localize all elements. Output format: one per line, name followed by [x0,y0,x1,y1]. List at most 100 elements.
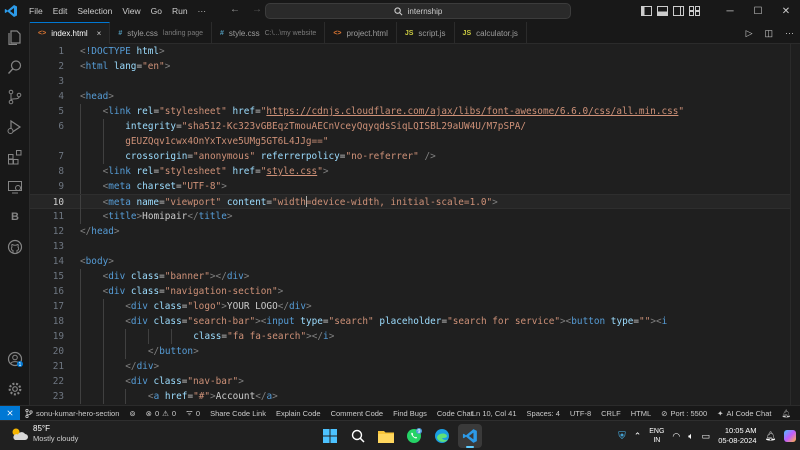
code-line[interactable]: 3 [30,74,790,89]
code-line[interactable]: 13 [30,239,790,254]
menu-file[interactable]: File [24,6,48,16]
start-button[interactable] [318,424,342,448]
explain-code-button[interactable]: Explain Code [271,409,326,418]
menu-view[interactable]: View [117,6,145,16]
notification-center-icon[interactable]: 🔔︎ [765,431,776,442]
code-line[interactable]: 15 <div class="banner"></div> [30,269,790,284]
bookmark-b-icon[interactable]: B [6,208,24,226]
tab-2[interactable]: # style.css C:\...\my website [212,22,326,44]
manage-gear-icon[interactable] [6,380,24,398]
code-line[interactable]: 20 </button> [30,344,790,359]
taskbar-search-icon[interactable] [346,424,370,448]
code-line[interactable]: 18 <div class="search-bar"><input type="s… [30,314,790,329]
run-debug-icon[interactable] [6,118,24,136]
code-line[interactable]: 12 </head> [30,224,790,239]
ai-code-chat-button[interactable]: ✦ AI Code Chat [712,409,776,418]
code-line[interactable]: 1 <!DOCTYPE html> [30,44,790,59]
source-control-icon[interactable] [6,88,24,106]
maximize-button[interactable]: ☐ [744,0,772,22]
whatsapp-icon[interactable]: 9 [402,424,426,448]
code-token: link [108,166,131,177]
menu-edit[interactable]: Edit [48,6,73,16]
extensions-icon[interactable] [6,148,24,166]
code-line[interactable]: 17 <div class="logo">YOUR LOGO</div> [30,299,790,314]
tab-5[interactable]: JS calculator.js [455,22,527,44]
toggle-panel-icon[interactable] [654,0,670,22]
clock[interactable]: 10:05 AM 05-08-2024 [718,426,756,446]
live-share-icon[interactable]: ⊚ [124,409,140,418]
tab-0[interactable]: <> index.html × [30,22,111,44]
language-indicator[interactable]: ENG IN [649,427,664,445]
remote-indicator-icon[interactable]: ⨯ [0,405,20,421]
code-line[interactable]: 19 class="fa fa-search"></i> [30,329,790,344]
comment-code-button[interactable]: Comment Code [326,409,389,418]
encoding[interactable]: UTF-8 [565,409,596,418]
code-line[interactable]: 4 <head> [30,89,790,104]
code-content: <html lang="en"> [80,59,170,74]
editor-scrollbar[interactable] [790,44,800,405]
code-line[interactable]: 5 <link rel="stylesheet" href="https://cd… [30,104,790,119]
language-mode[interactable]: HTML [626,409,656,418]
copilot-icon[interactable] [784,430,796,442]
close-window-button[interactable]: ✕ [772,0,800,22]
code-line[interactable]: 9 <meta charset="UTF-8"> [30,179,790,194]
explorer-icon[interactable] [6,28,24,46]
command-center-search[interactable]: internship [265,3,571,19]
problems-indicator[interactable]: ⊗ 0 ⚠ 0 [141,409,181,418]
tab-3[interactable]: <> project.html [325,22,397,44]
code-line[interactable]: 8 <link rel="stylesheet" href="style.css"… [30,164,790,179]
forward-arrow-icon[interactable]: → [252,4,262,15]
remote-explorer-icon[interactable] [6,178,24,196]
battery-icon[interactable]: ▭ [702,431,711,442]
code-line[interactable]: 23 <a href="#">Account</a> [30,389,790,404]
code-line[interactable]: 21 </div> [30,359,790,374]
indent-guide [125,329,127,344]
minimize-button[interactable]: ─ [716,0,744,22]
code-line[interactable]: 6 integrity="sha512-Kc323vGBEqzTmouAECnVc… [30,119,790,134]
find-bugs-button[interactable]: Find Bugs [388,409,432,418]
toggle-secondary-sidebar-icon[interactable] [670,0,686,22]
tab-4[interactable]: JS script.js [397,22,455,44]
ports-indicator[interactable]: ᯤ0 [181,408,205,418]
more-actions-icon[interactable]: ··· [785,28,794,38]
code-line[interactable]: 7 crossorigin="anonymous" referrerpolicy=… [30,149,790,164]
wifi-icon[interactable]: ◠ [672,431,680,442]
show-hidden-icons-chevron-icon[interactable]: ⌃ [634,431,642,442]
weather-widget[interactable]: 85°F Mostly cloudy [10,424,78,444]
menu-go[interactable]: Go [146,6,167,16]
close-tab-icon[interactable]: × [97,29,102,38]
indentation[interactable]: Spaces: 4 [522,409,565,418]
code-editor[interactable]: 1 <!DOCTYPE html> 2 <html lang="en"> 3 4 <head… [30,44,800,405]
volume-icon[interactable]: 🔈︎ [688,431,693,442]
menu-more[interactable]: ··· [193,6,212,16]
code-line[interactable]: gEUZQqv1cwx4OnYxTxve5UMg5GT6L4JJg==" [30,134,790,149]
search-activity-icon[interactable] [6,58,24,76]
git-branch[interactable]: sonu-kumar-hero-section [20,408,124,418]
end-of-line[interactable]: CRLF [596,409,626,418]
vscode-taskbar-icon[interactable] [458,424,482,448]
code-line[interactable]: 14 <body> [30,254,790,269]
code-line[interactable]: 10 <meta name="viewport" content="width=d… [30,194,790,210]
code-line[interactable]: 16 <div class="navigation-section"> [30,284,790,299]
edge-browser-icon[interactable] [430,424,454,448]
menu-run[interactable]: Run [167,6,193,16]
share-code-link-button[interactable]: Share Code Link [205,409,271,418]
toggle-primary-sidebar-icon[interactable] [638,0,654,22]
code-line[interactable]: 2 <html lang="en"> [30,59,790,74]
menu-selection[interactable]: Selection [72,6,117,16]
cursor-position[interactable]: Ln 10, Col 41 [467,409,522,418]
split-editor-icon[interactable]: ◫ [764,28,773,39]
file-explorer-icon[interactable] [374,424,398,448]
back-arrow-icon[interactable]: ← [230,4,240,15]
run-code-icon[interactable]: ▷ [746,28,753,39]
live-server-port[interactable]: ⊘ Port : 5500 [656,409,712,418]
code-line[interactable]: 11 <title>Homipair</title> [30,209,790,224]
customize-layout-icon[interactable] [686,0,702,22]
accounts-icon[interactable]: 1 [6,350,24,368]
tab-1[interactable]: # style.css landing page [110,22,212,44]
notifications-bell-icon[interactable]: 🔔︎ [776,409,796,418]
code-line[interactable]: 22 <div class="nav-bar"> [30,374,790,389]
code-token: "" [639,316,651,327]
defender-shield-icon[interactable]: ⛨ [618,431,626,442]
github-icon[interactable] [6,238,24,256]
